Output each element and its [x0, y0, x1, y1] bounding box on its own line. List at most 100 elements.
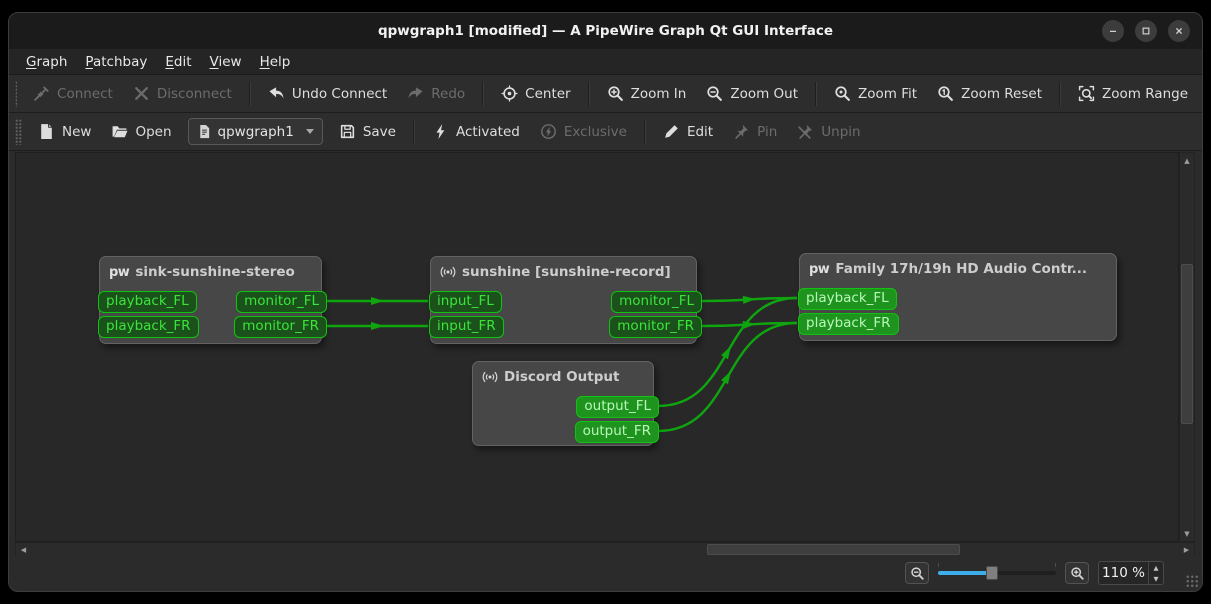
resize-grip[interactable] — [1185, 574, 1199, 588]
port-output_FR[interactable]: output_FR — [575, 421, 659, 443]
toolbar-separator — [249, 82, 251, 106]
zoom-in-button[interactable] — [1065, 562, 1089, 584]
toolbar-button-label: Center — [525, 86, 570, 102]
zoom-slider[interactable] — [938, 564, 1056, 582]
connection-sunshine-monitor_FL-to-family-playback_FL[interactable] — [701, 298, 797, 301]
connection-arrow-icon — [371, 322, 384, 330]
zoom-out-button[interactable] — [905, 562, 929, 584]
disconnect-button[interactable]: Disconnect — [123, 79, 242, 109]
audio-icon — [482, 369, 498, 385]
toolbar-button-label: Zoom Range — [1102, 86, 1188, 102]
zoom-in-button[interactable]: Zoom In — [597, 79, 697, 109]
redo-icon — [407, 85, 424, 102]
zoom-level-spinbox[interactable]: 110 % ▲ ▼ — [1098, 561, 1164, 585]
edit-button[interactable]: Edit — [653, 117, 723, 147]
node-family[interactable]: pwFamily 17h/19h HD Audio Contr...playba… — [799, 253, 1117, 341]
zoom-range-button[interactable]: Zoom Range — [1068, 79, 1198, 109]
menu-view[interactable]: View — [201, 51, 251, 73]
connect-button[interactable]: Connect — [23, 79, 123, 109]
port-output_FL[interactable]: output_FL — [576, 396, 659, 418]
close-button[interactable] — [1168, 20, 1190, 42]
menu-help[interactable]: Help — [251, 51, 300, 73]
port-monitor_FR[interactable]: monitor_FR — [609, 316, 702, 338]
port-playback_FR[interactable]: playback_FR — [98, 316, 199, 338]
port-input_FR[interactable]: input_FR — [429, 316, 504, 338]
node-title-text: Discord Output — [504, 369, 619, 385]
toolbar-button-label: Zoom Fit — [858, 86, 917, 102]
connections-layer — [16, 153, 1179, 542]
node-discord[interactable]: Discord Outputoutput_FLoutput_FR — [472, 361, 654, 446]
center-button[interactable]: Center — [491, 79, 580, 109]
close-icon — [1173, 25, 1185, 37]
toolbar-drag-handle[interactable] — [15, 81, 17, 107]
zoom-out-button[interactable]: Zoom Out — [696, 79, 808, 109]
pin-button[interactable]: Pin — [723, 117, 787, 147]
menu-patchbay[interactable]: Patchbay — [76, 51, 156, 73]
toolbar-button-label: Exclusive — [564, 124, 627, 140]
toolbar-button-label: Unpin — [821, 124, 860, 140]
patchbay-file-name: qpwgraph1 — [218, 124, 294, 140]
port-monitor_FL[interactable]: monitor_FL — [611, 291, 702, 313]
chevron-down-icon — [306, 129, 314, 134]
slider-tick — [938, 563, 939, 567]
undo-connect-button[interactable]: Undo Connect — [258, 79, 397, 109]
patchbay-file-combobox[interactable]: qpwgraph1 — [188, 118, 323, 145]
slider-fill — [938, 571, 992, 575]
connection-arrow-icon — [721, 346, 731, 359]
port-playback_FR[interactable]: playback_FR — [798, 313, 899, 335]
zoom-fit-button[interactable]: Zoom Fit — [824, 79, 927, 109]
activated-icon — [432, 123, 449, 140]
zoom-range-icon — [1078, 85, 1095, 102]
toolbar-separator — [644, 120, 646, 144]
new-button[interactable]: New — [28, 117, 101, 147]
graph-canvas[interactable]: pwsink-sunshine-stereoplayback_FLplaybac… — [15, 152, 1179, 542]
zoom-out-icon — [910, 566, 925, 581]
scroll-down-arrow[interactable]: ▼ — [1180, 526, 1194, 541]
port-playback_FL[interactable]: playback_FL — [798, 288, 897, 310]
node-sunshine[interactable]: sunshine [sunshine-record]input_FLinput_… — [430, 256, 697, 344]
toolbar-drag-handle[interactable] — [15, 119, 22, 145]
zoom-in-icon — [607, 85, 624, 102]
connection-arrow-icon — [721, 371, 731, 384]
open-button[interactable]: Open — [101, 117, 181, 147]
scroll-up-arrow[interactable]: ▲ — [1180, 153, 1194, 168]
vertical-scrollbar-thumb[interactable] — [1181, 264, 1193, 424]
minimize-button[interactable] — [1102, 20, 1124, 42]
toolbar-patchbay: New Open qpwgraph1 Save Activated Exclusive Ed… — [9, 113, 1202, 151]
edit-icon — [663, 123, 680, 140]
node-title-text: sink-sunshine-stereo — [135, 264, 295, 280]
toolbar-button-label: Zoom Reset — [961, 86, 1042, 102]
port-playback_FL[interactable]: playback_FL — [98, 291, 197, 313]
toolbar-button-label: Undo Connect — [292, 86, 387, 102]
zoom-reset-button[interactable]: Zoom Reset — [927, 79, 1052, 109]
exclusive-button[interactable]: Exclusive — [530, 117, 637, 147]
node-title-text: Family 17h/19h HD Audio Contr... — [835, 261, 1087, 277]
port-monitor_FR[interactable]: monitor_FR — [234, 316, 327, 338]
toolbar-button-label: Redo — [431, 86, 465, 102]
toolbar-button-label: Open — [135, 124, 171, 140]
spin-up-arrow[interactable]: ▲ — [1149, 562, 1163, 573]
activated-button[interactable]: Activated — [422, 117, 530, 147]
redo-button[interactable]: Redo — [397, 79, 475, 109]
vertical-scrollbar[interactable]: ▲ ▼ — [1179, 152, 1195, 542]
titlebar[interactable]: qpwgraph1 [modified] — A PipeWire Graph … — [9, 13, 1202, 49]
slider-handle[interactable] — [986, 566, 998, 580]
zoom-out-icon — [706, 85, 723, 102]
node-sink[interactable]: pwsink-sunshine-stereoplayback_FLplaybac… — [99, 256, 322, 344]
port-monitor_FL[interactable]: monitor_FL — [236, 291, 327, 313]
toolbar-button-label: New — [62, 124, 91, 140]
save-button[interactable]: Save — [329, 117, 406, 147]
toolbar-separator — [413, 120, 415, 144]
menu-graph[interactable]: Graph — [17, 51, 76, 73]
horizontal-scrollbar-thumb[interactable] — [707, 544, 960, 555]
graph-view: pwsink-sunshine-stereoplayback_FLplaybac… — [15, 152, 1195, 557]
disconnect-icon — [133, 85, 150, 102]
spin-down-arrow[interactable]: ▼ — [1149, 573, 1163, 584]
unpin-button[interactable]: Unpin — [787, 117, 870, 147]
maximize-button[interactable] — [1135, 20, 1157, 42]
statusbar: 110 % ▲ ▼ — [9, 555, 1202, 591]
file-icon — [197, 124, 212, 139]
port-input_FL[interactable]: input_FL — [429, 291, 502, 313]
menu-edit[interactable]: Edit — [156, 51, 200, 73]
connection-sunshine-monitor_FR-to-family-playback_FR[interactable] — [701, 323, 797, 326]
